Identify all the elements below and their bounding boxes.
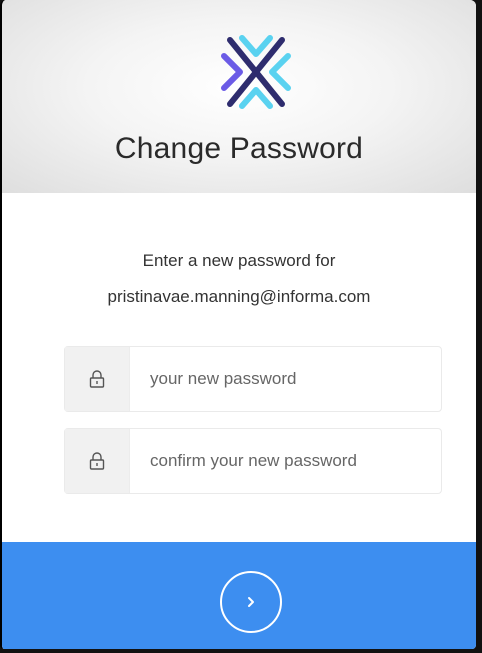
new-password-input[interactable] xyxy=(129,347,442,411)
new-password-field xyxy=(64,346,442,412)
account-email: pristinavae.manning@informa.com xyxy=(107,287,371,306)
lock-icon xyxy=(65,429,130,493)
chevron-right-icon xyxy=(248,597,254,607)
submit-bar[interactable] xyxy=(2,542,476,649)
header: Change Password xyxy=(2,0,476,193)
submit-button[interactable] xyxy=(220,571,282,633)
change-password-panel: Change Password Enter a new password for… xyxy=(0,0,476,649)
instruction-text: Enter a new password for xyxy=(142,251,336,270)
confirm-password-input[interactable] xyxy=(129,429,442,493)
lock-icon xyxy=(65,347,130,411)
cross-arrows-logo-icon xyxy=(221,35,291,109)
confirm-password-field xyxy=(64,428,442,494)
page-title: Change Password xyxy=(114,132,364,165)
